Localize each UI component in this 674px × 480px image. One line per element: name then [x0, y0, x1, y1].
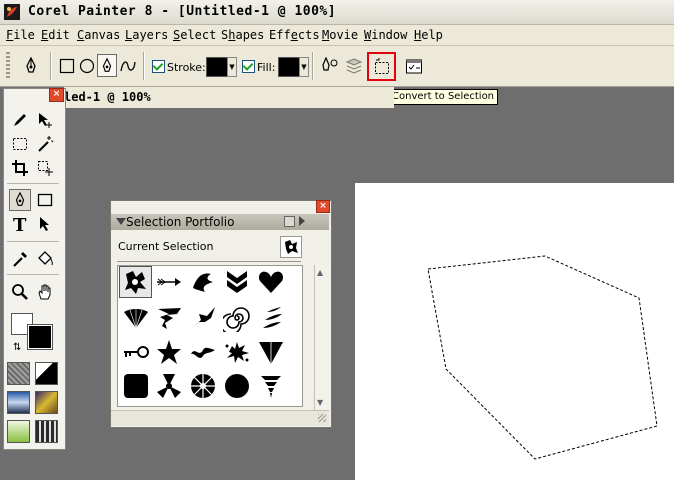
- fill-checkbox[interactable]: [242, 60, 255, 73]
- palette-scrollbar[interactable]: [314, 265, 329, 410]
- sliced-circle-icon[interactable]: [186, 370, 219, 402]
- tornado-icon[interactable]: [152, 302, 185, 334]
- quick-curve-icon[interactable]: [118, 56, 138, 76]
- pen-tool-icon[interactable]: [9, 189, 31, 211]
- property-bar: Stroke: ▼ Fill: ▼: [0, 46, 674, 87]
- menu-shapes[interactable]: Shapes: [221, 28, 264, 42]
- paper-selector-icon[interactable]: [7, 362, 30, 385]
- oval-shape-icon[interactable]: [78, 56, 96, 76]
- menu-file[interactable]: File: [6, 28, 35, 42]
- drill-icon[interactable]: [254, 370, 287, 402]
- scroll-down-icon[interactable]: ▼: [317, 398, 323, 407]
- app-icon: [4, 4, 20, 20]
- trefoil-icon[interactable]: [152, 370, 185, 402]
- main-color-swatch[interactable]: [27, 324, 53, 350]
- swap-colors-icon[interactable]: ⇅: [13, 342, 21, 353]
- fill-label: Fill:: [257, 61, 276, 74]
- current-selection-label: Current Selection: [118, 240, 214, 253]
- shape-attributes-icon[interactable]: [318, 55, 340, 77]
- paint-bucket-icon[interactable]: [34, 248, 56, 270]
- stroke-dropdown-icon[interactable]: ▼: [227, 57, 237, 77]
- rounded-square-icon[interactable]: [119, 370, 152, 402]
- triangle-down-icon[interactable]: [254, 336, 287, 368]
- document-title: led-1 @ 100%: [64, 90, 151, 104]
- palette-footer: [111, 410, 329, 426]
- selection-adjuster-icon[interactable]: [34, 157, 56, 179]
- feathers-icon[interactable]: [254, 302, 287, 334]
- chevrons-icon[interactable]: [220, 266, 253, 298]
- bird-icon[interactable]: [186, 266, 219, 298]
- grabber-hand-icon[interactable]: [34, 281, 56, 303]
- fan-icon[interactable]: [119, 302, 152, 334]
- dropper-icon[interactable]: [9, 248, 31, 270]
- magnifier-icon[interactable]: [9, 281, 31, 303]
- diving-bird-icon[interactable]: [186, 302, 219, 334]
- look-selector-icon[interactable]: [35, 420, 58, 443]
- scroll-up-icon[interactable]: ▲: [317, 268, 323, 277]
- menu-help[interactable]: Help: [414, 28, 443, 42]
- current-selection-thumbnail[interactable]: [280, 236, 302, 258]
- star-icon[interactable]: [152, 336, 185, 368]
- menu-edit[interactable]: Edit: [41, 28, 70, 42]
- gradient-selector-icon[interactable]: [7, 391, 30, 414]
- tooltip: Convert to Selection: [388, 89, 499, 105]
- squiggle-icon[interactable]: [186, 336, 219, 368]
- splat-icon[interactable]: [119, 266, 152, 298]
- pen-tool-icon[interactable]: [20, 55, 42, 77]
- menu-layers[interactable]: Layers: [125, 28, 168, 42]
- spiral-icon[interactable]: [220, 302, 253, 334]
- heart-icon[interactable]: [254, 266, 287, 298]
- palette-title: Selection Portfolio: [126, 215, 235, 229]
- menu-effects[interactable]: Effects: [269, 28, 320, 42]
- magic-wand-icon[interactable]: [34, 133, 56, 155]
- crop-tool-icon[interactable]: [9, 157, 31, 179]
- palette-minimize-icon[interactable]: [284, 216, 295, 227]
- menu-select[interactable]: Select: [173, 28, 216, 42]
- rectangle-tool-icon[interactable]: [34, 189, 56, 211]
- shape-options-icon[interactable]: [403, 55, 425, 77]
- resize-grip-icon[interactable]: [318, 414, 326, 422]
- pen-shape-icon[interactable]: [97, 54, 117, 77]
- convert-to-selection-icon: [374, 57, 389, 74]
- menu-window[interactable]: Window: [364, 28, 407, 42]
- ink-blot-icon[interactable]: [220, 336, 253, 368]
- stroke-checkbox[interactable]: [152, 60, 165, 73]
- selection-marquee: [427, 255, 658, 460]
- menu-canvas[interactable]: Canvas: [77, 28, 120, 42]
- weaving-selector-icon[interactable]: [35, 391, 58, 414]
- circle-icon[interactable]: [220, 370, 253, 402]
- menu-movie[interactable]: Movie: [322, 28, 358, 42]
- svg-text:T: T: [13, 215, 27, 233]
- brush-tool-icon[interactable]: [9, 109, 31, 131]
- menu-bar: File Edit Canvas Layers Select Shapes Ef…: [0, 25, 674, 46]
- window-title: Corel Painter 8 - [Untitled-1 @ 100%]: [28, 4, 337, 19]
- text-tool-icon[interactable]: T: [9, 213, 31, 235]
- rect-selection-icon[interactable]: [9, 133, 31, 155]
- shape-selection-icon[interactable]: [34, 213, 56, 235]
- close-icon[interactable]: ×: [49, 88, 64, 102]
- fill-dropdown-icon[interactable]: ▼: [299, 57, 309, 77]
- collapse-arrow-icon[interactable]: [116, 218, 126, 225]
- close-icon[interactable]: ×: [316, 200, 330, 213]
- nozzle-selector-icon[interactable]: [7, 420, 30, 443]
- stroke-label: Stroke:: [167, 61, 206, 74]
- layer-adjuster-icon[interactable]: [34, 109, 56, 131]
- pattern-selector-icon[interactable]: [35, 362, 58, 385]
- key-icon[interactable]: [119, 336, 152, 368]
- toolbar-grip[interactable]: [6, 52, 10, 80]
- palette-menu-arrow-icon[interactable]: [299, 216, 305, 226]
- convert-to-layer-icon[interactable]: [344, 55, 364, 77]
- convert-to-selection-button[interactable]: [367, 52, 396, 81]
- rectangle-shape-icon[interactable]: [58, 56, 76, 76]
- arrow-icon[interactable]: [152, 266, 185, 298]
